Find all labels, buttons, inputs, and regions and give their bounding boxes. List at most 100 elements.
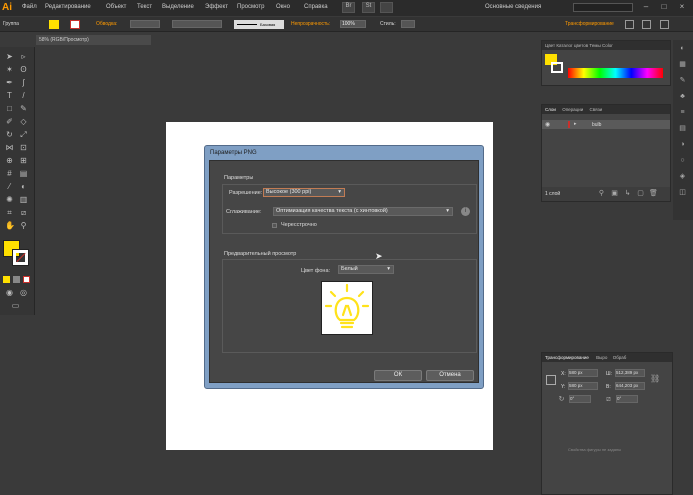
search-input[interactable] <box>573 3 633 12</box>
draw-behind-icon[interactable]: ◎ <box>19 288 28 297</box>
eye-icon[interactable]: ◉ <box>545 121 550 128</box>
blend-tool-icon[interactable]: ◐ <box>19 182 28 191</box>
shear-field[interactable]: 0° <box>616 395 638 403</box>
cancel-button[interactable]: Отмена <box>426 370 474 381</box>
tab-pathfinder[interactable]: Обраб <box>613 355 627 360</box>
magic-wand-tool-icon[interactable]: ✶ <box>5 65 14 74</box>
symbol-sprayer-tool-icon[interactable]: ✺ <box>5 195 14 204</box>
expand-arrow-icon[interactable]: ▸ <box>574 121 577 127</box>
color-stroke-swatch[interactable] <box>551 62 563 73</box>
menu-view[interactable]: Просмотр <box>237 4 264 10</box>
tab-transform[interactable]: Трансформирование <box>545 355 589 360</box>
link-proportions-icon[interactable]: ⛓ <box>650 374 660 383</box>
close-icon[interactable]: × <box>674 2 690 12</box>
rectangle-tool-icon[interactable]: □ <box>5 104 14 113</box>
type-tool-icon[interactable]: T <box>5 91 14 100</box>
options-icon[interactable] <box>660 20 669 29</box>
opacity-field[interactable]: 100% <box>340 20 366 28</box>
x-field[interactable]: 580 px <box>568 369 598 377</box>
reference-point-icon[interactable] <box>546 375 556 385</box>
pen-tool-icon[interactable]: ✒ <box>5 78 14 87</box>
color-spectrum[interactable] <box>568 68 663 78</box>
stroke-weight-field[interactable] <box>130 20 160 28</box>
rotate-tool-icon[interactable]: ↻ <box>5 130 14 139</box>
new-layer-icon[interactable]: ▢ <box>636 189 645 198</box>
draw-mode-icon[interactable]: ◉ <box>5 288 14 297</box>
tab-links[interactable]: Связи <box>590 107 603 112</box>
gradient-mode-icon[interactable] <box>13 276 20 283</box>
isolate-icon[interactable] <box>642 20 651 29</box>
variable-width-field[interactable] <box>172 20 222 28</box>
document-tab[interactable]: 58% (RGB/Просмотр) <box>36 35 151 45</box>
gradient-tool-icon[interactable]: ▤ <box>19 169 28 178</box>
artboard-tool-icon[interactable]: ⌗ <box>5 208 14 217</box>
curvature-tool-icon[interactable]: ∫ <box>19 78 28 87</box>
antialias-select[interactable]: Оптимизация качества текста (с хинтовкой… <box>273 207 453 216</box>
symbols-icon[interactable]: ♣ <box>678 92 687 101</box>
screen-mode-icon[interactable]: ▭ <box>11 301 20 310</box>
stroke-color-swatch[interactable] <box>12 249 29 266</box>
color-panel-tabs[interactable]: Цвет Каталог цветов Темы Color <box>542 41 670 50</box>
stock-icon[interactable]: St <box>362 2 375 13</box>
y-field[interactable]: 580 px <box>568 382 598 390</box>
menu-file[interactable]: Файл <box>22 4 37 10</box>
tab-layers[interactable]: Слои <box>545 107 556 112</box>
hand-tool-icon[interactable]: ✋ <box>5 221 15 230</box>
opacity-label[interactable]: Непрозрачность: <box>291 21 330 27</box>
ok-button[interactable]: ОК <box>374 370 422 381</box>
stroke-swatch[interactable] <box>70 20 80 29</box>
pencil-tool-icon[interactable]: ✎ <box>19 104 28 113</box>
menu-text[interactable]: Текст <box>137 4 152 10</box>
menu-select[interactable]: Выделение <box>162 4 194 10</box>
color-guide-icon[interactable]: ◐ <box>678 44 687 53</box>
eyedropper-tool-icon[interactable]: ⁄ <box>5 182 14 191</box>
free-transform-tool-icon[interactable]: ⊡ <box>19 143 28 152</box>
stroke-label[interactable]: Обводка: <box>96 21 117 27</box>
bg-color-select[interactable]: Белый ▾ <box>338 265 394 274</box>
workspace-switcher[interactable]: Основные сведения <box>485 4 541 10</box>
new-sublayer-icon[interactable]: ↳ <box>623 189 632 198</box>
gradient-icon[interactable]: ▤ <box>678 124 687 133</box>
bridge-icon[interactable]: Br <box>342 2 355 13</box>
direct-selection-tool-icon[interactable]: ▹ <box>19 52 28 61</box>
stroke-icon[interactable]: ≡ <box>678 108 687 117</box>
brushes-icon[interactable]: ✎ <box>678 76 687 85</box>
layer-row[interactable]: ◉ ▸ bulb <box>542 120 670 129</box>
slice-tool-icon[interactable]: ⧄ <box>19 208 28 217</box>
menu-help[interactable]: Справка <box>304 4 328 10</box>
swatches-icon[interactable]: ▦ <box>678 60 687 69</box>
tab-align[interactable]: Выро <box>596 355 607 360</box>
graphic-styles-icon[interactable]: ◈ <box>678 172 687 181</box>
lasso-tool-icon[interactable]: ʘ <box>19 65 28 74</box>
perspective-tool-icon[interactable]: ⊞ <box>19 156 28 165</box>
brush-definition[interactable]: Базовая <box>234 20 284 29</box>
menu-edit[interactable]: Редактирование <box>45 4 91 10</box>
line-tool-icon[interactable]: / <box>19 91 28 100</box>
eraser-tool-icon[interactable]: ◇ <box>19 117 28 126</box>
clip-icon[interactable]: ▣ <box>610 189 619 198</box>
menu-window[interactable]: Окно <box>276 4 290 10</box>
layers-icon[interactable]: ◫ <box>678 188 687 197</box>
arrange-icon[interactable] <box>380 2 393 13</box>
locate-icon[interactable]: ⚲ <box>597 189 606 198</box>
trash-icon[interactable]: 🗑 <box>649 189 658 198</box>
fill-swatch[interactable] <box>49 20 59 29</box>
align-icon[interactable] <box>625 20 634 29</box>
none-mode-icon[interactable] <box>23 276 30 283</box>
paintbrush-tool-icon[interactable]: ✐ <box>5 117 14 126</box>
info-icon[interactable]: i <box>461 207 470 216</box>
appearance-icon[interactable]: ○ <box>678 156 687 165</box>
transparency-icon[interactable]: ◑ <box>678 140 687 149</box>
mesh-tool-icon[interactable]: # <box>5 169 14 178</box>
scale-tool-icon[interactable]: ⤢ <box>19 130 28 139</box>
h-field[interactable]: 644,203 px <box>615 382 645 390</box>
menu-object[interactable]: Объект <box>106 4 126 10</box>
rotate-field[interactable]: 0° <box>569 395 591 403</box>
color-mode-icon[interactable] <box>3 276 10 283</box>
maximize-icon[interactable]: □ <box>656 2 672 12</box>
width-tool-icon[interactable]: ⋈ <box>5 143 14 152</box>
minimize-icon[interactable]: – <box>638 2 654 12</box>
w-field[interactable]: 512,389 px <box>615 369 645 377</box>
shape-builder-tool-icon[interactable]: ⊕ <box>5 156 14 165</box>
resolution-select[interactable]: Высокое (300 ppi) ▾ <box>263 188 345 197</box>
